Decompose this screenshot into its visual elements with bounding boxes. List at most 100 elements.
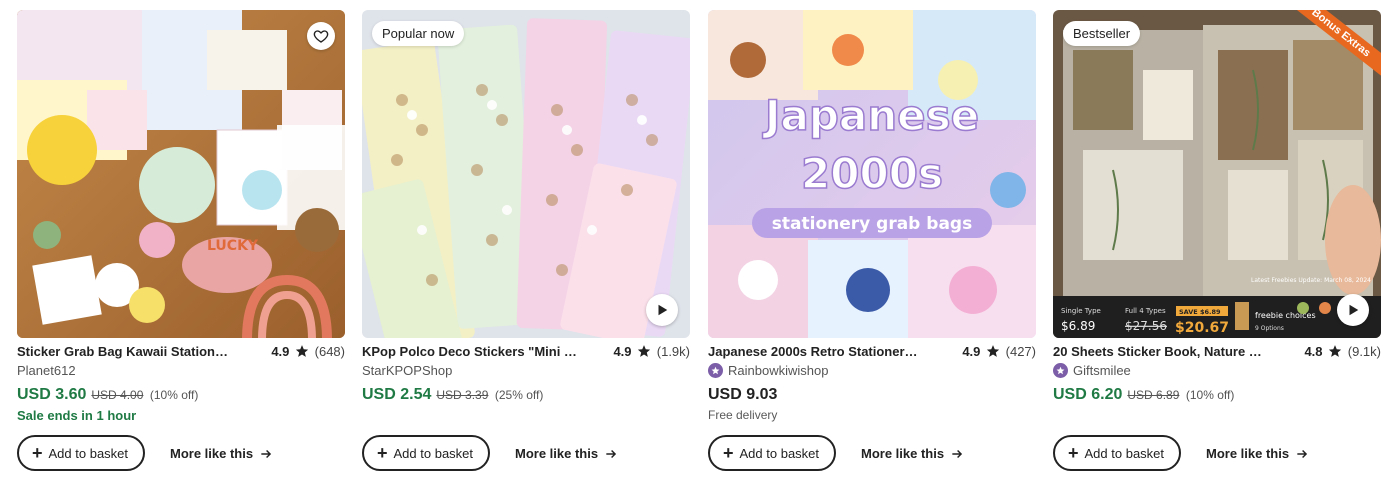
svg-text:LUCKY: LUCKY — [207, 238, 259, 254]
review-count: (427) — [1005, 344, 1036, 359]
product-photo — [362, 10, 690, 338]
single-type-label: Single Type — [1061, 307, 1101, 315]
discount-label: (10% off) — [149, 388, 199, 402]
original-price: USD 6.89 — [1127, 388, 1180, 402]
freebie-options-text: 9 Options — [1255, 325, 1284, 332]
add-to-basket-label: Add to basket — [1084, 445, 1165, 461]
shop-name-label[interactable]: StarKPOPShop — [362, 363, 452, 378]
shop-name[interactable]: Rainbowkiwishop — [708, 363, 828, 378]
star-icon — [986, 345, 1000, 357]
shop-name-label[interactable]: Planet612 — [17, 363, 76, 378]
freebie-update-text: Latest Freebies Update: March 08, 2024 — [1251, 277, 1371, 284]
product-image[interactable]: Japanese 2000s stationery grab bags — [708, 10, 1036, 338]
product-card[interactable]: LUCKY Sticker Grab Bag Kawaii Station… 4… — [17, 10, 345, 476]
more-like-this-label: More like this — [1206, 446, 1290, 461]
shop-name[interactable]: Planet612 — [17, 363, 76, 378]
product-card[interactable]: Japanese 2000s stationery grab bags Japa… — [708, 10, 1036, 476]
rating-score: 4.9 — [962, 344, 981, 359]
full-types-old-price: $27.56 — [1125, 319, 1167, 333]
full-types-label: Full 4 Types — [1125, 307, 1166, 315]
product-image[interactable]: Single Type $6.89 Full 4 Types $27.56 SA… — [1053, 10, 1381, 338]
shop-name[interactable]: StarKPOPShop — [362, 363, 452, 378]
video-play-button[interactable] — [646, 294, 678, 326]
product-photo: Japanese 2000s stationery grab bags — [708, 10, 1036, 338]
review-count: (648) — [314, 344, 345, 359]
product-image[interactable]: Popular now — [362, 10, 690, 338]
more-like-this-label: More like this — [515, 446, 599, 461]
add-to-basket-label: Add to basket — [393, 445, 474, 461]
image-headline-text: Japanese — [762, 91, 979, 140]
more-like-this-link[interactable]: More like this — [170, 446, 273, 461]
discount-label: (25% off) — [494, 388, 544, 402]
add-to-basket-label: Add to basket — [739, 445, 820, 461]
video-play-button[interactable] — [1337, 294, 1369, 326]
price: USD 9.03 — [708, 386, 778, 403]
single-type-price: $6.89 — [1061, 319, 1095, 333]
more-like-this-label: More like this — [861, 446, 945, 461]
star-seller-icon — [1053, 363, 1068, 378]
review-count: (9.1k) — [1347, 344, 1381, 359]
arrow-right-icon — [606, 449, 617, 458]
product-photo: LUCKY — [17, 10, 345, 338]
product-card[interactable]: Single Type $6.89 Full 4 Types $27.56 SA… — [1053, 10, 1381, 476]
arrow-right-icon — [1297, 449, 1308, 458]
more-like-this-label: More like this — [170, 446, 254, 461]
plus-icon: + — [723, 443, 734, 463]
rating: 4.9 (1.9k) — [613, 344, 690, 359]
shop-name-label[interactable]: Giftsmilee — [1073, 363, 1131, 378]
play-icon — [1349, 304, 1359, 316]
rating: 4.8 (9.1k) — [1304, 344, 1381, 359]
add-to-basket-button[interactable]: + Add to basket — [1053, 435, 1182, 471]
star-icon — [295, 345, 309, 357]
bonus-extras-ribbon: Bonus Extras — [1261, 10, 1381, 130]
shop-name-label[interactable]: Rainbowkiwishop — [728, 363, 828, 378]
favorite-button[interactable] — [307, 22, 335, 50]
review-count: (1.9k) — [656, 344, 690, 359]
original-price: USD 3.39 — [436, 388, 489, 402]
more-like-this-link[interactable]: More like this — [861, 446, 964, 461]
rating: 4.9 (427) — [962, 344, 1036, 359]
price-row: USD 6.20 USD 6.89 (10% off) — [1053, 386, 1234, 404]
add-to-basket-button[interactable]: + Add to basket — [17, 435, 146, 471]
sale-price: USD 6.20 — [1053, 386, 1123, 403]
add-to-basket-label: Add to basket — [48, 445, 129, 461]
heart-icon — [313, 30, 329, 43]
plus-icon: + — [32, 443, 43, 463]
price-row: USD 2.54 USD 3.39 (25% off) — [362, 386, 543, 404]
image-subline-text: stationery grab bags — [772, 214, 972, 234]
price-row: USD 9.03 — [708, 386, 777, 404]
play-icon — [658, 304, 668, 316]
product-title[interactable]: Sticker Grab Bag Kawaii Station… — [17, 344, 247, 359]
more-like-this-link[interactable]: More like this — [515, 446, 618, 461]
popular-now-badge: Popular now — [372, 21, 465, 46]
plus-icon: + — [1068, 443, 1079, 463]
product-image[interactable]: LUCKY — [17, 10, 345, 338]
full-types-price: $20.67 — [1175, 320, 1229, 336]
rating-score: 4.8 — [1304, 344, 1323, 359]
discount-label: (10% off) — [1185, 388, 1235, 402]
product-title[interactable]: 20 Sheets Sticker Book, Nature … — [1053, 344, 1283, 359]
arrow-right-icon — [261, 449, 272, 458]
add-to-basket-button[interactable]: + Add to basket — [708, 435, 837, 471]
add-to-basket-button[interactable]: + Add to basket — [362, 435, 491, 471]
free-delivery-text: Free delivery — [708, 408, 778, 422]
rating-score: 4.9 — [613, 344, 632, 359]
product-title[interactable]: KPop Polco Deco Stickers "Mini … — [362, 344, 592, 359]
bestseller-badge: Bestseller — [1063, 21, 1141, 46]
star-icon — [638, 345, 651, 357]
sale-price: USD 3.60 — [17, 386, 87, 403]
rating-score: 4.9 — [271, 344, 290, 359]
more-like-this-link[interactable]: More like this — [1206, 446, 1309, 461]
original-price: USD 4.00 — [91, 388, 144, 402]
plus-icon: + — [377, 443, 388, 463]
bonus-extras-label: Bonus Extras — [1280, 10, 1381, 84]
rating: 4.9 (648) — [271, 344, 345, 359]
arrow-right-icon — [952, 449, 963, 458]
save-label: SAVE $6.89 — [1179, 308, 1221, 316]
product-title[interactable]: Japanese 2000s Retro Stationer… — [708, 344, 938, 359]
product-card[interactable]: Popular now KPop Polco Deco Stickers "Mi… — [362, 10, 690, 476]
price-row: USD 3.60 USD 4.00 (10% off) — [17, 386, 198, 404]
sale-ends-text: Sale ends in 1 hour — [17, 408, 137, 423]
shop-name[interactable]: Giftsmilee — [1053, 363, 1131, 378]
image-year-text: 2000s — [801, 149, 943, 198]
